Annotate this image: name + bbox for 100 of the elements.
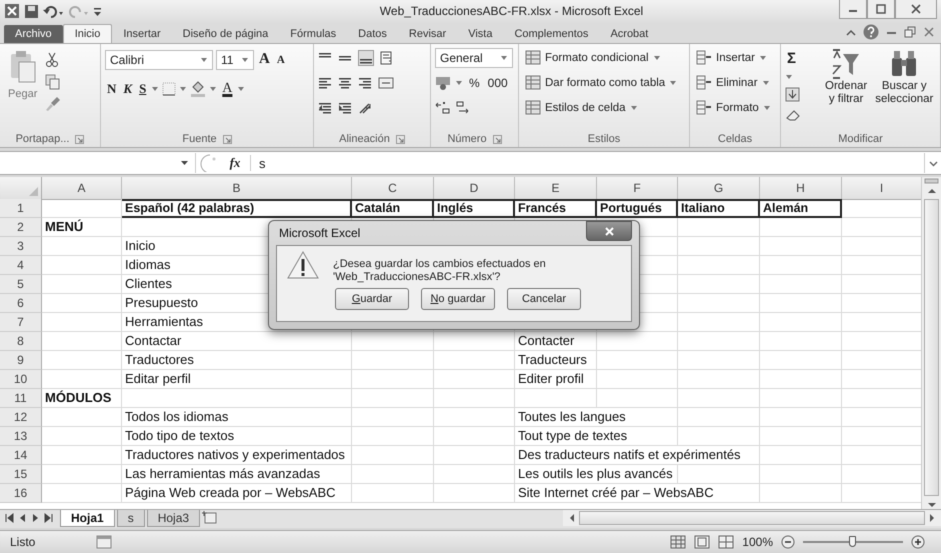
cells-menu-button[interactable]: Insertar <box>694 48 776 68</box>
row-header[interactable]: 6 <box>0 294 42 314</box>
save-icon[interactable] <box>24 4 39 19</box>
last-sheet-icon[interactable] <box>43 512 54 524</box>
scissors-icon[interactable] <box>45 52 60 68</box>
first-sheet-icon[interactable] <box>4 512 15 524</box>
row-header[interactable]: 7 <box>0 313 42 332</box>
horizontal-scrollbar[interactable] <box>563 510 941 526</box>
percent-button[interactable]: % <box>467 76 482 90</box>
dialog-button[interactable]: Guardar <box>335 288 409 310</box>
row-header[interactable]: 11 <box>0 389 42 408</box>
page-layout-icon[interactable] <box>694 535 710 550</box>
underline-button[interactable]: S <box>137 80 148 97</box>
dialog-button[interactable]: Cancelar <box>507 288 581 310</box>
maximize-button[interactable] <box>867 0 895 20</box>
row-header[interactable]: 5 <box>0 275 42 294</box>
formula-input[interactable]: s <box>255 153 920 174</box>
cells-menu-button[interactable]: Eliminar <box>694 72 776 93</box>
vertical-scrollbar[interactable] <box>921 177 941 510</box>
align-left-icon[interactable] <box>318 76 332 90</box>
align-right-icon[interactable] <box>358 76 372 90</box>
close-button[interactable] <box>895 0 937 20</box>
dropdown-arrow-icon[interactable] <box>151 84 160 93</box>
align-bottom-icon[interactable] <box>358 50 374 66</box>
sheet-tab[interactable]: Hoja1 <box>60 510 115 528</box>
align-center-icon[interactable] <box>338 76 352 90</box>
eraser-icon[interactable] <box>785 108 801 122</box>
dialog-button[interactable]: No guardar <box>421 288 495 310</box>
bold-button[interactable]: N <box>105 80 118 97</box>
record-macro-icon[interactable] <box>96 535 112 550</box>
ribbon-tab[interactable]: Datos <box>347 24 398 43</box>
ribbon-tab[interactable]: Archivo <box>4 24 63 43</box>
font-color-button[interactable]: A <box>220 80 234 97</box>
slider-thumb[interactable] <box>849 536 856 548</box>
ribbon-tab[interactable]: Vista <box>457 24 504 43</box>
paintbrush-icon[interactable] <box>45 96 62 112</box>
column-header[interactable]: B <box>122 177 352 200</box>
column-header[interactable]: C <box>352 177 434 200</box>
grow-font-button[interactable]: A <box>257 51 272 68</box>
styles-menu-button[interactable]: Formato condicional <box>523 48 685 68</box>
autosum-button[interactable]: Σ <box>785 50 801 67</box>
row-header[interactable]: 14 <box>0 446 42 466</box>
normal-view-icon[interactable] <box>670 535 686 550</box>
ribbon-tab[interactable]: Insertar <box>112 24 172 43</box>
maximize-icon[interactable] <box>875 3 887 16</box>
increase-indent-icon[interactable] <box>338 100 352 115</box>
copy-icon[interactable] <box>45 74 62 90</box>
dropdown-arrow-icon[interactable] <box>237 84 246 93</box>
help-icon[interactable] <box>863 24 879 40</box>
currency-icon[interactable] <box>435 74 451 91</box>
row-header[interactable]: 1 <box>0 199 42 218</box>
column-header[interactable]: G <box>678 177 760 200</box>
column-header[interactable]: E <box>515 177 597 200</box>
paste-button[interactable]: Pegar <box>4 48 42 132</box>
increase-decimal-icon[interactable] <box>435 100 451 116</box>
row-header[interactable]: 10 <box>0 370 42 390</box>
column-header[interactable]: F <box>597 177 678 200</box>
sheet-tab[interactable]: s <box>116 510 145 528</box>
ribbon-tab[interactable]: Complementos <box>503 24 600 43</box>
column-header[interactable]: H <box>760 177 842 200</box>
thousands-button[interactable]: 000 <box>486 76 510 90</box>
row-header[interactable]: 4 <box>0 256 42 276</box>
sort-filter-button[interactable]: Ordenar y filtrar <box>823 48 870 132</box>
wrap-text-icon[interactable] <box>380 50 394 65</box>
ribbon-tab[interactable]: Acrobat <box>599 24 660 43</box>
ribbon-tab[interactable]: Inicio <box>62 24 112 43</box>
column-header[interactable]: A <box>42 177 122 200</box>
styles-menu-button[interactable]: Dar formato como tabla <box>523 72 685 93</box>
zoom-in-icon[interactable] <box>911 535 925 550</box>
dialog-launcher-icon[interactable] <box>492 134 502 144</box>
fill-color-icon[interactable] <box>190 80 206 97</box>
sheet-tab[interactable]: Hoja3 <box>146 510 200 528</box>
dropdown-arrow-icon[interactable] <box>209 84 218 93</box>
zoom-slider[interactable] <box>803 535 903 550</box>
dropdown-arrow-icon[interactable] <box>785 72 793 81</box>
zoom-out-icon[interactable] <box>781 535 795 550</box>
decrease-indent-icon[interactable] <box>318 100 332 115</box>
shrink-font-button[interactable]: A <box>274 54 287 66</box>
dialog-launcher-icon[interactable] <box>75 134 84 144</box>
font-size-dropdown[interactable]: 11 <box>216 50 254 70</box>
minimize-button[interactable] <box>839 0 867 20</box>
row-header[interactable]: 3 <box>0 237 42 256</box>
row-header[interactable]: 8 <box>0 332 42 352</box>
ribbon-tab[interactable]: Revisar <box>398 24 458 43</box>
column-header[interactable]: D <box>434 177 515 200</box>
row-header[interactable]: 16 <box>0 484 42 504</box>
font-name-dropdown[interactable]: Calibri <box>105 50 213 70</box>
ribbon-tab[interactable]: Fórmulas <box>279 24 348 43</box>
zoom-level[interactable]: 100% <box>742 535 773 550</box>
merge-center-icon[interactable] <box>378 76 394 90</box>
close-button[interactable] <box>586 221 632 241</box>
number-format-dropdown[interactable]: General <box>435 48 513 68</box>
dropdown-arrow-icon[interactable] <box>179 84 188 93</box>
undo-icon[interactable] <box>43 4 64 19</box>
excel-logo-icon[interactable] <box>4 3 20 20</box>
ribbon-tab[interactable]: Diseño de página <box>172 24 280 43</box>
dialog-launcher-icon[interactable] <box>222 134 232 144</box>
row-header[interactable]: 2 <box>0 218 42 238</box>
page-break-icon[interactable] <box>718 535 734 550</box>
row-header[interactable]: 13 <box>0 427 42 446</box>
